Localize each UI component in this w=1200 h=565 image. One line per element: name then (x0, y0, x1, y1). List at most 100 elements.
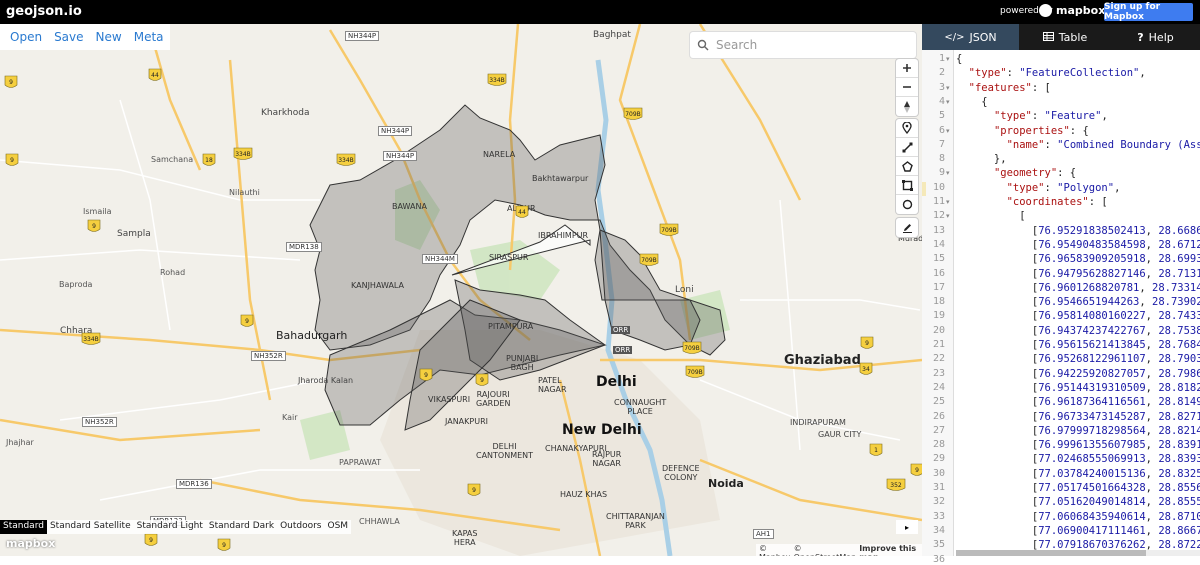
code-line: "name": "Combined Boundary (Assumed)" (1006, 138, 1200, 151)
fold-arrow-icon[interactable]: ▾ (946, 55, 950, 63)
line-number: 22 (932, 353, 945, 365)
json-code-editor[interactable]: { "type": "FeatureCollection", "features… (956, 50, 1200, 556)
attribution-improve[interactable]: Improve this map (859, 544, 919, 556)
code-line: [76.94795628827146, 28.71311274 (956, 267, 1200, 280)
code-line: "coordinates": [ (1006, 196, 1108, 208)
app-logo[interactable]: geojson.io (6, 4, 82, 19)
tab-help[interactable]: ? Help (1111, 24, 1200, 50)
line-number: 11 (932, 196, 945, 207)
line-number: 31 (932, 482, 945, 493)
highway-shield-label: 352 (890, 482, 902, 489)
line-number: 24 (932, 381, 945, 393)
edit-pencil-icon[interactable] (896, 218, 918, 237)
highway-shield-label: 9 (9, 79, 13, 86)
signup-button[interactable]: Sign up for Mapbox (1104, 2, 1193, 22)
attribution-mapbox[interactable]: © Mapbox (759, 544, 791, 556)
style-standard-dark[interactable]: Standard Dark (206, 520, 277, 534)
highway-shield-label: 9 (865, 340, 869, 347)
highway-shield: 334B (233, 147, 253, 160)
map-canvas[interactable]: Baghpat Kharkhoda Samchana Nilauthi Isma… (0, 24, 922, 556)
scrollbar-thumb[interactable] (956, 550, 1146, 556)
table-icon (1042, 31, 1054, 44)
search-input[interactable]: Search (716, 38, 757, 52)
draw-line-icon[interactable] (896, 138, 918, 157)
fold-arrow-icon[interactable]: ▾ (946, 169, 950, 177)
highway-shield: 9 (419, 368, 433, 381)
highway-shield: 34 (859, 362, 873, 375)
code-line: [76.9601268820781, 28.73314542 (956, 281, 1200, 294)
line-number: 3 (938, 81, 945, 93)
code-icon: </> (944, 31, 965, 43)
highway-shield-label: 709B (687, 369, 703, 376)
highway-shield-label: 709B (625, 111, 641, 118)
menu-meta[interactable]: Meta (128, 30, 170, 44)
draw-polygon-icon[interactable] (896, 157, 918, 176)
highway-shield-label: 709B (641, 257, 657, 264)
line-number: 21 (932, 339, 945, 350)
code-line: [76.99961355607985, 28.83910139 (956, 439, 1200, 452)
style-standard-light[interactable]: Standard Light (134, 520, 206, 534)
fold-arrow-icon[interactable]: ▾ (946, 98, 950, 106)
draw-rectangle-icon[interactable] (896, 176, 918, 195)
draw-point-icon[interactable] (896, 119, 918, 138)
map-style-switcher: Standard Standard Satellite Standard Lig… (0, 520, 352, 534)
fold-arrow-icon[interactable]: ▾ (946, 84, 950, 92)
highway-shield: 709B (639, 253, 659, 266)
expand-arrow-icon[interactable]: ▸ (896, 520, 918, 534)
draw-circle-icon[interactable] (896, 195, 918, 214)
edit-controls (896, 218, 918, 237)
zoom-in-button[interactable] (896, 59, 918, 78)
style-outdoors[interactable]: Outdoors (277, 520, 324, 534)
line-number: 23 (932, 367, 945, 379)
code-line: [76.97999718298564, 28.82149166 (956, 424, 1200, 437)
tab-table[interactable]: Table (1019, 24, 1111, 50)
line-number: 1 (938, 53, 945, 64)
highway-shield: 9 (4, 75, 18, 88)
code-line: "features": [ (968, 81, 1051, 94)
line-number: 7 (938, 138, 945, 150)
line-number: 10 (932, 181, 945, 193)
horizontal-scrollbar[interactable] (956, 550, 1200, 556)
line-number: 18 (932, 296, 945, 308)
style-osm[interactable]: OSM (325, 520, 352, 534)
code-line: [76.95268122961107, 28.79038759 (956, 353, 1200, 366)
line-number: 29 (932, 453, 945, 465)
code-line: [76.95615621413845, 28.76840908 (956, 339, 1200, 351)
code-line: [77.03784240015136, 28.83257662 (956, 467, 1200, 480)
mapbox-brand-label: mapbox (1056, 4, 1106, 17)
code-line: [76.96733473145287, 28.82714768 (956, 410, 1200, 423)
top-bar: geojson.io powered by mapbox Sign up for… (0, 0, 1200, 24)
highway-shield: 9 (217, 538, 231, 551)
search-box[interactable]: Search (690, 32, 916, 58)
highway-shield-label: 334B (235, 151, 251, 158)
code-line: [76.96187364116561, 28.81496641 (956, 396, 1200, 409)
menu-new[interactable]: New (90, 30, 128, 44)
fold-arrow-icon[interactable]: ▾ (946, 212, 950, 220)
code-line: [77.05174501664328, 28.85563440 (956, 482, 1200, 494)
fold-arrow-icon[interactable]: ▾ (946, 198, 950, 206)
style-standard[interactable]: Standard (0, 520, 47, 534)
highway-shield: 18 (202, 153, 216, 166)
zoom-out-button[interactable] (896, 78, 918, 97)
line-number: 8 (938, 153, 945, 165)
mapbox-brand[interactable]: mapbox (1039, 4, 1105, 17)
highway-shield-label: 9 (149, 537, 153, 544)
line-number: 19 (932, 310, 945, 322)
menu-open[interactable]: Open (4, 30, 48, 44)
compass-button[interactable] (896, 97, 918, 116)
highway-shield-label: 709B (661, 227, 677, 234)
line-number: 27 (932, 424, 945, 436)
code-line: [77.02468555069913, 28.83931980 (956, 453, 1200, 466)
code-line: { (956, 95, 988, 108)
active-line-marker (922, 181, 926, 196)
menu-save[interactable]: Save (48, 30, 89, 44)
tab-json[interactable]: </> JSON (922, 24, 1019, 50)
map-attribution: © Mapbox © OpenStreetMap Improve this ma… (756, 544, 922, 556)
line-number: 13 (932, 224, 945, 236)
tab-json-label: JSON (969, 30, 997, 44)
fold-arrow-icon[interactable]: ▾ (946, 127, 950, 135)
attribution-osm[interactable]: © OpenStreetMap (794, 544, 857, 556)
style-standard-satellite[interactable]: Standard Satellite (47, 520, 134, 534)
highway-shields: 9 44 334B 18 334B 334B 9 709B 709B 709B 709B 709B 9 9… (4, 68, 922, 551)
line-number: 20 (932, 324, 945, 336)
